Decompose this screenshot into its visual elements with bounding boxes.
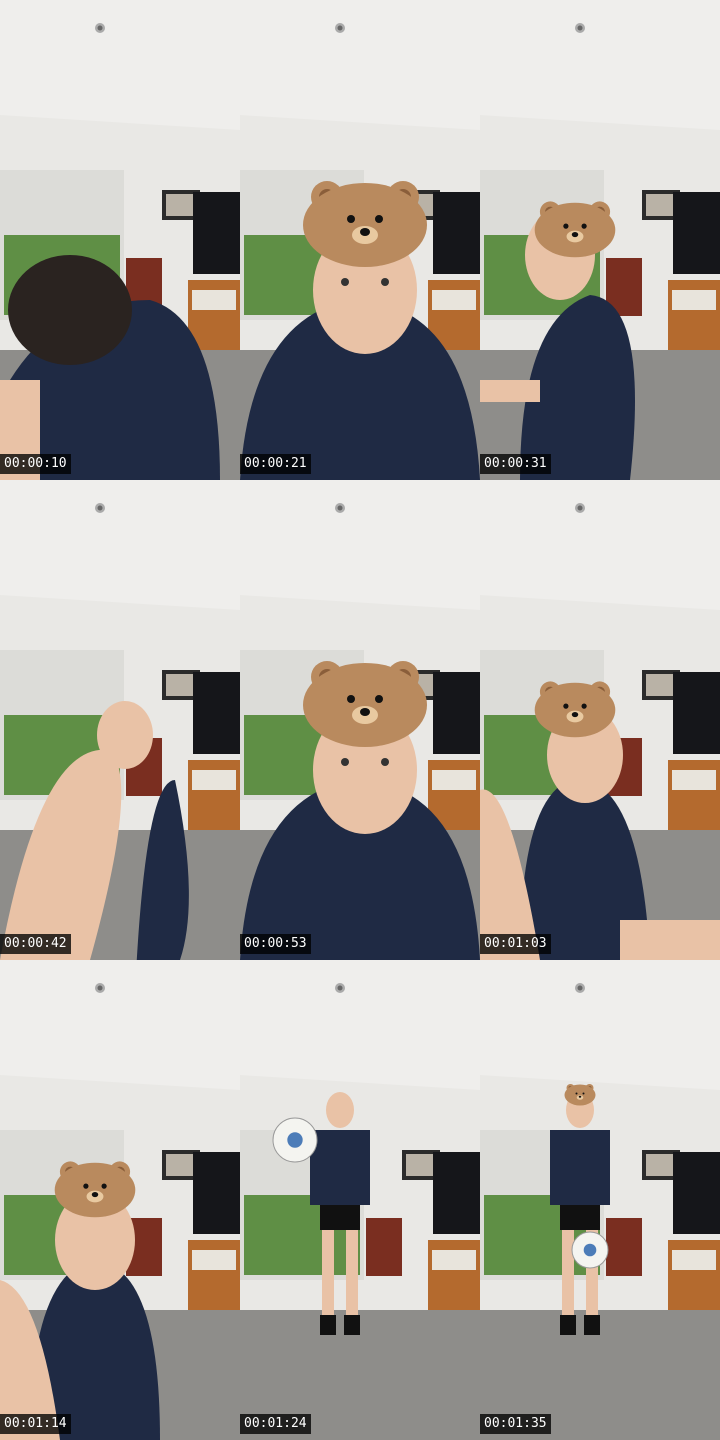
bear-filter-icon — [534, 681, 616, 738]
frame-scene — [480, 480, 720, 960]
bear-filter-icon — [303, 661, 427, 747]
frame-timestamp: 00:00:42 — [0, 934, 71, 954]
soccer-ball-icon — [272, 1117, 318, 1163]
ceiling-light-icon — [95, 23, 105, 33]
video-frame-9: 00:01:35 — [480, 960, 720, 1440]
frame-scene — [240, 0, 480, 480]
bear-filter-icon — [564, 1084, 596, 1106]
video-frame-4: 00:00:42 — [0, 480, 240, 960]
video-contact-sheet: 00:00:10 00:00:21 00:00:31 00:00:42 00:0… — [0, 0, 720, 1440]
soccer-ball-icon — [571, 1231, 609, 1269]
frame-timestamp: 00:01:14 — [0, 1414, 71, 1434]
frame-scene — [480, 0, 720, 480]
ceiling-light-icon — [575, 23, 585, 33]
frame-scene — [480, 960, 720, 1440]
video-frame-8: 00:01:24 — [240, 960, 480, 1440]
video-frame-1: 00:00:10 — [0, 0, 240, 480]
frame-timestamp: 00:00:53 — [240, 934, 311, 954]
bear-filter-icon — [54, 1161, 136, 1218]
video-frame-6: 00:01:03 — [480, 480, 720, 960]
ceiling-light-icon — [575, 983, 585, 993]
bear-filter-icon — [303, 181, 427, 267]
video-frame-2: 00:00:21 — [240, 0, 480, 480]
frame-scene — [0, 960, 240, 1440]
frame-timestamp: 00:01:24 — [240, 1414, 311, 1434]
ceiling-light-icon — [335, 23, 345, 33]
frame-timestamp: 00:00:21 — [240, 454, 311, 474]
frame-timestamp: 00:01:03 — [480, 934, 551, 954]
video-frame-7: 00:01:14 — [0, 960, 240, 1440]
ceiling-light-icon — [335, 503, 345, 513]
bear-filter-icon — [534, 201, 616, 258]
ceiling-light-icon — [95, 503, 105, 513]
ceiling-light-icon — [335, 983, 345, 993]
frame-timestamp: 00:00:10 — [0, 454, 71, 474]
video-frame-5: 00:00:53 — [240, 480, 480, 960]
video-frame-3: 00:00:31 — [480, 0, 720, 480]
frame-scene — [240, 960, 480, 1440]
frame-scene — [240, 480, 480, 960]
frame-scene — [0, 480, 240, 960]
ceiling-light-icon — [95, 983, 105, 993]
frame-scene — [0, 0, 240, 480]
frame-timestamp: 00:00:31 — [480, 454, 551, 474]
ceiling-light-icon — [575, 503, 585, 513]
frame-timestamp: 00:01:35 — [480, 1414, 551, 1434]
